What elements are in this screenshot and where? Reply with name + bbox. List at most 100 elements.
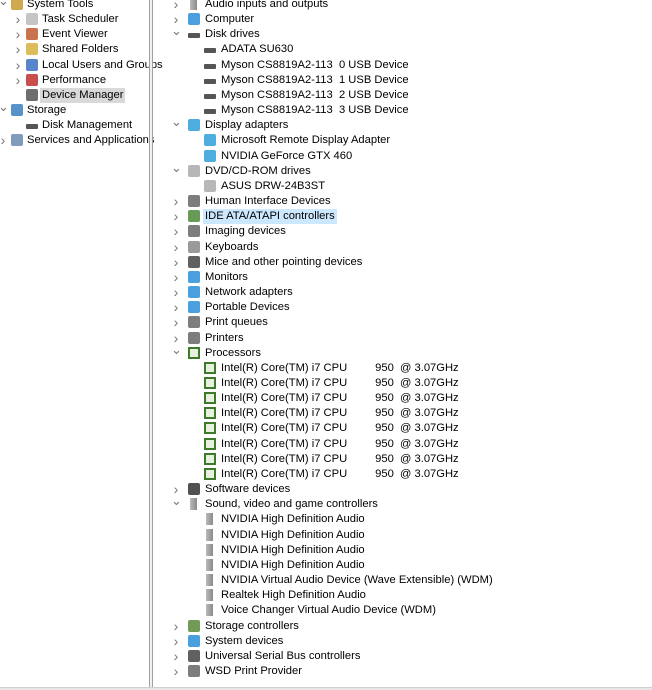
console-tree-item[interactable]: ⌄ System Tools — [0, 0, 149, 12]
pane-splitter[interactable] — [149, 0, 153, 688]
device-tree-item[interactable]: Intel(R) Core(TM) i7 CPU 950 @ 3.07GHz — [154, 452, 652, 467]
chevron-down-icon[interactable]: ⌄ — [171, 342, 182, 357]
device-tree-item[interactable]: › Monitors — [154, 269, 652, 285]
device-tree-label: NVIDIA High Definition Audio — [221, 528, 365, 541]
device-tree-item[interactable]: Myson CS8819A2-113 0 USB Device — [154, 58, 652, 73]
processor-icon — [204, 437, 216, 450]
device-tree-label: ASUS DRW-24B3ST — [221, 179, 326, 192]
chevron-right-icon[interactable]: › — [171, 648, 181, 664]
device-tree-item[interactable]: NVIDIA High Definition Audio — [154, 528, 652, 543]
speaker-icon — [206, 589, 213, 602]
console-tree-item[interactable]: › Task Scheduler — [0, 12, 149, 27]
device-tree-item[interactable]: Microsoft Remote Display Adapter — [154, 133, 652, 148]
device-tree-item[interactable]: NVIDIA High Definition Audio — [154, 512, 652, 527]
device-tree-label: Portable Devices — [205, 301, 290, 314]
chevron-down-icon[interactable]: ⌄ — [171, 160, 182, 175]
chevron-down-icon[interactable]: ⌄ — [171, 114, 182, 129]
device-tree-item[interactable]: Intel(R) Core(TM) i7 CPU 950 @ 3.07GHz — [154, 437, 652, 452]
chevron-right-icon[interactable]: › — [171, 315, 181, 330]
console-tree-item[interactable]: › Performance — [0, 72, 149, 88]
chevron-down-icon[interactable]: ⌄ — [0, 99, 9, 114]
chevron-right-icon[interactable]: › — [171, 633, 181, 649]
chevron-right-icon[interactable]: › — [171, 300, 181, 315]
device-tree-item[interactable]: Realtek High Definition Audio — [154, 588, 652, 603]
console-tree-item[interactable]: Device Manager — [0, 87, 149, 103]
device-tree-item[interactable]: ASUS DRW-24B3ST — [154, 179, 652, 194]
console-tree-item[interactable]: ⌄ Storage — [0, 99, 149, 118]
device-tree-item[interactable]: Myson CS8819A2-113 1 USB Device — [154, 73, 652, 88]
device-tree-item[interactable]: › Human Interface Devices — [154, 194, 652, 209]
chevron-down-icon[interactable]: ⌄ — [0, 0, 9, 8]
device-tree-item[interactable]: Intel(R) Core(TM) i7 CPU 950 @ 3.07GHz — [154, 361, 652, 376]
device-tree-item[interactable]: ⌄ Processors — [154, 342, 652, 361]
console-tree-item[interactable]: Disk Management — [0, 118, 149, 133]
device-tree-item[interactable]: NVIDIA High Definition Audio — [154, 558, 652, 573]
chevron-right-icon[interactable]: › — [171, 209, 181, 224]
device-tree-item[interactable]: Intel(R) Core(TM) i7 CPU 950 @ 3.07GHz — [154, 376, 652, 391]
network-icon — [188, 286, 200, 299]
chevron-right-icon[interactable]: › — [171, 664, 181, 679]
device-tree-item[interactable]: NVIDIA High Definition Audio — [154, 543, 652, 558]
chevron-right-icon[interactable]: › — [13, 27, 23, 42]
device-tree-item[interactable]: › Network adapters — [154, 285, 652, 300]
chevron-right-icon[interactable]: › — [0, 133, 8, 148]
chevron-down-icon[interactable]: ⌄ — [171, 493, 182, 508]
console-tree-label: Services and Applications — [27, 134, 155, 147]
device-tree-item[interactable]: ⌄ DVD/CD-ROM drives — [154, 160, 652, 179]
device-tree-item[interactable]: NVIDIA Virtual Audio Device (Wave Extens… — [154, 573, 652, 588]
chevron-right-icon[interactable]: › — [171, 239, 181, 255]
processor-icon — [204, 467, 216, 480]
device-tree-label: Intel(R) Core(TM) i7 CPU 950 @ 3.07GHz — [221, 377, 459, 389]
device-tree-label: WSD Print Provider — [205, 665, 302, 678]
device-tree-item[interactable]: NVIDIA GeForce GTX 460 — [154, 149, 652, 164]
device-tree-item[interactable]: › IDE ATA/ATAPI controllers — [154, 209, 652, 225]
device-tree-item[interactable]: › Audio inputs and outputs — [154, 0, 652, 12]
event-viewer-icon — [26, 28, 38, 41]
device-tree-item[interactable]: › Storage controllers — [154, 618, 652, 634]
device-tree-item[interactable]: › Keyboards — [154, 239, 652, 255]
device-tree-label: Voice Changer Virtual Audio Device (WDM) — [221, 604, 436, 617]
chevron-right-icon[interactable]: › — [171, 269, 181, 285]
device-tree-item[interactable]: › Software devices — [154, 482, 652, 497]
monitor-icon — [188, 270, 200, 283]
device-tree-item[interactable]: › Portable Devices — [154, 300, 652, 315]
device-tree-item[interactable]: Intel(R) Core(TM) i7 CPU 950 @ 3.07GHz — [154, 391, 652, 406]
device-tree-item[interactable]: ⌄ Display adapters — [154, 114, 652, 133]
device-tree-item[interactable]: Myson CS8819A2-113 3 USB Device — [154, 103, 652, 118]
chevron-right-icon[interactable]: › — [171, 194, 181, 209]
device-tree-item[interactable]: › Imaging devices — [154, 224, 652, 239]
device-tree-item[interactable]: › System devices — [154, 633, 652, 649]
chevron-right-icon[interactable]: › — [13, 12, 23, 27]
chevron-right-icon[interactable]: › — [171, 618, 181, 634]
chevron-right-icon[interactable]: › — [13, 42, 23, 57]
chevron-right-icon[interactable]: › — [171, 254, 181, 270]
device-tree-item[interactable]: ADATA SU630 — [154, 42, 652, 57]
chevron-right-icon[interactable]: › — [13, 72, 23, 88]
device-tree-item[interactable]: Voice Changer Virtual Audio Device (WDM) — [154, 603, 652, 618]
chevron-right-icon[interactable]: › — [171, 224, 181, 239]
chevron-right-icon[interactable]: › — [171, 285, 181, 300]
console-tree-item[interactable]: › Event Viewer — [0, 27, 149, 42]
chevron-down-icon[interactable]: ⌄ — [171, 23, 182, 38]
device-tree-item[interactable]: › Mice and other pointing devices — [154, 254, 652, 270]
device-tree-label: Printers — [205, 331, 244, 344]
device-tree-label: Myson CS8819A2-113 0 USB Device — [221, 58, 409, 71]
device-tree-item[interactable]: Myson CS8819A2-113 2 USB Device — [154, 88, 652, 103]
device-tree-item[interactable]: Intel(R) Core(TM) i7 CPU 950 @ 3.07GHz — [154, 406, 652, 421]
device-tree-item[interactable]: › WSD Print Provider — [154, 664, 652, 679]
device-tree-item[interactable]: Intel(R) Core(TM) i7 CPU 950 @ 3.07GHz — [154, 421, 652, 436]
console-tree-item[interactable]: › Local Users and Groups — [0, 57, 163, 73]
device-tree-item[interactable]: › Computer — [154, 12, 652, 27]
device-tree-item[interactable]: ⌄ Sound, video and game controllers — [154, 493, 652, 512]
device-tree-item[interactable]: ⌄ Disk drives — [154, 23, 652, 42]
chevron-right-icon[interactable]: › — [13, 57, 23, 73]
device-tree-item[interactable]: › Printers — [154, 330, 652, 346]
device-tree-item[interactable]: › Universal Serial Bus controllers — [154, 648, 652, 664]
device-tree-item[interactable]: › Print queues — [154, 315, 652, 330]
device-tree-item[interactable]: Intel(R) Core(TM) i7 CPU 950 @ 3.07GHz — [154, 467, 652, 482]
processor-icon — [204, 422, 216, 435]
console-tree-item[interactable]: › Shared Folders — [0, 42, 149, 57]
processor-icon — [204, 392, 216, 405]
console-tree-item[interactable]: › Services and Applications — [0, 133, 155, 148]
device-tree-label: DVD/CD-ROM drives — [205, 164, 311, 177]
